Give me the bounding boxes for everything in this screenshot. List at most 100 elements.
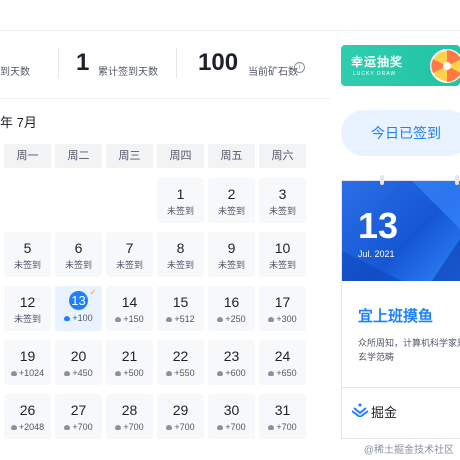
ore-reward: +700 xyxy=(157,422,204,433)
cell-sub-text: +300 xyxy=(276,314,297,324)
calendar-day[interactable]: 30 +700 xyxy=(208,394,255,439)
calendar-day[interactable]: 2 未签到 xyxy=(208,178,255,223)
ore-icon xyxy=(64,371,71,376)
cell-sub-text: +100 xyxy=(72,313,93,323)
streak-days-label: 到天数 xyxy=(0,67,30,78)
cell-sub-text: +500 xyxy=(123,368,144,378)
calendar-day[interactable]: 12 未签到 xyxy=(4,286,51,331)
calendar-day[interactable]: 15 +512 xyxy=(157,286,204,331)
card-day-number: 13 xyxy=(358,205,399,246)
ore-reward: +700 xyxy=(208,422,255,433)
ore-icon xyxy=(115,317,122,322)
calendar-day[interactable]: 16 +250 xyxy=(208,286,255,331)
weekday-header: 周五 xyxy=(208,144,255,168)
day-number: 5 xyxy=(23,240,32,256)
ore-reward: +700 xyxy=(55,422,102,433)
cell-sub-text: +1024 xyxy=(18,368,45,378)
prize-wheel-icon xyxy=(430,49,460,83)
weekday-header: 周二 xyxy=(55,144,102,168)
cell-sub-text: 未签到 xyxy=(217,260,245,270)
day-number: 12 xyxy=(19,294,36,310)
info-icon[interactable]: i xyxy=(294,62,305,73)
section-divider xyxy=(0,98,330,99)
ore-count-label: 当前矿石数 xyxy=(248,67,298,78)
signed-today-button[interactable]: 今日已签到 xyxy=(341,110,460,156)
cell-sub-text: +450 xyxy=(72,368,93,378)
calendar-day[interactable]: 14 +150 xyxy=(106,286,153,331)
calendar-day[interactable]: 21 +500 xyxy=(106,340,153,385)
ore-icon xyxy=(166,371,173,376)
ore-icon xyxy=(10,371,17,376)
calendar-day[interactable]: 22 +550 xyxy=(157,340,204,385)
calendar-day[interactable]: 26 +2048 xyxy=(4,394,51,439)
cell-sub-text: +700 xyxy=(276,422,297,432)
day-number: 31 xyxy=(274,402,291,418)
calendar-day[interactable]: 5 未签到 xyxy=(4,232,51,277)
card-pin xyxy=(455,175,459,185)
day-number: 29 xyxy=(172,402,189,418)
stats-separator xyxy=(58,48,59,78)
sign-status: 未签到 xyxy=(259,260,306,271)
calendar-day[interactable]: 17 +300 xyxy=(259,286,306,331)
ore-icon xyxy=(64,425,71,430)
card-description-line: 众所周知，计算机科学家是 xyxy=(358,338,460,348)
weekday-header: 周三 xyxy=(106,144,153,168)
ore-reward: +2048 xyxy=(4,422,51,433)
stats-separator xyxy=(176,48,177,78)
weekday-header: 周一 xyxy=(4,144,51,168)
cell-sub-text: +150 xyxy=(123,314,144,324)
calendar-day[interactable]: 23 +600 xyxy=(208,340,255,385)
card-pin xyxy=(380,175,384,185)
lucky-draw-banner[interactable]: 幸运抽奖 LUCKY DRAW xyxy=(341,45,460,86)
ore-icon xyxy=(268,317,275,322)
day-number: 2 xyxy=(227,186,236,202)
day-number: 3 xyxy=(278,186,287,202)
card-description-line: 玄学范畴 xyxy=(358,352,395,362)
ore-icon xyxy=(217,425,224,430)
cell-sub-text: 未签到 xyxy=(13,260,41,270)
ore-count-value: 100 xyxy=(198,49,239,76)
day-number: 16 xyxy=(223,294,240,310)
watermark: @稀土掘金技术社区 xyxy=(363,445,454,456)
sign-status: 未签到 xyxy=(55,260,102,271)
calendar-day[interactable]: 8 未签到 xyxy=(157,232,204,277)
calendar-day[interactable]: 29 +700 xyxy=(157,394,204,439)
ore-icon xyxy=(115,425,122,430)
day-number: 19 xyxy=(19,348,36,364)
calendar-day[interactable]: 24 +650 xyxy=(259,340,306,385)
calendar-day[interactable]: 7 未签到 xyxy=(106,232,153,277)
calendar-day[interactable]: 28 +700 xyxy=(106,394,153,439)
calendar-day[interactable]: 6 未签到 xyxy=(55,232,102,277)
cell-sub-text: 未签到 xyxy=(115,260,143,270)
calendar-day[interactable]: 3 未签到 xyxy=(259,178,306,223)
day-number: 30 xyxy=(223,402,240,418)
day-number: 21 xyxy=(121,348,138,364)
juejin-logo-icon xyxy=(352,403,368,417)
calendar-day[interactable]: 19 +1024 xyxy=(4,340,51,385)
calendar-day[interactable]: 31 +700 xyxy=(259,394,306,439)
day-number: 10 xyxy=(274,240,291,256)
banner-subtitle: LUCKY DRAW xyxy=(353,71,397,77)
calendar-day[interactable]: 1 未签到 xyxy=(157,178,204,223)
ore-reward: +150 xyxy=(106,314,153,325)
sign-status: 未签到 xyxy=(106,260,153,271)
calendar-month-title: 年 7月 xyxy=(0,115,37,130)
day-number: 27 xyxy=(70,402,87,418)
ore-reward: +100 xyxy=(55,313,102,324)
total-sign-days-value: 1 xyxy=(76,49,90,76)
calendar-day[interactable]: 9 未签到 xyxy=(208,232,255,277)
day-number: 23 xyxy=(223,348,240,364)
calendar-day[interactable]: 27 +700 xyxy=(55,394,102,439)
ore-icon xyxy=(217,317,224,322)
cell-sub-text: +700 xyxy=(174,422,195,432)
check-icon: ✓ xyxy=(89,287,97,297)
ore-icon xyxy=(268,371,275,376)
ore-reward: +250 xyxy=(208,314,255,325)
calendar-day[interactable]: 10 未签到 xyxy=(259,232,306,277)
ore-icon xyxy=(166,317,173,322)
calendar-day[interactable]: 20 +450 xyxy=(55,340,102,385)
sign-status: 未签到 xyxy=(208,206,255,217)
ore-reward: +300 xyxy=(259,314,306,325)
calendar-day-today[interactable]: 13 +100 ✓ xyxy=(55,286,102,331)
day-number: 1 xyxy=(176,186,185,202)
